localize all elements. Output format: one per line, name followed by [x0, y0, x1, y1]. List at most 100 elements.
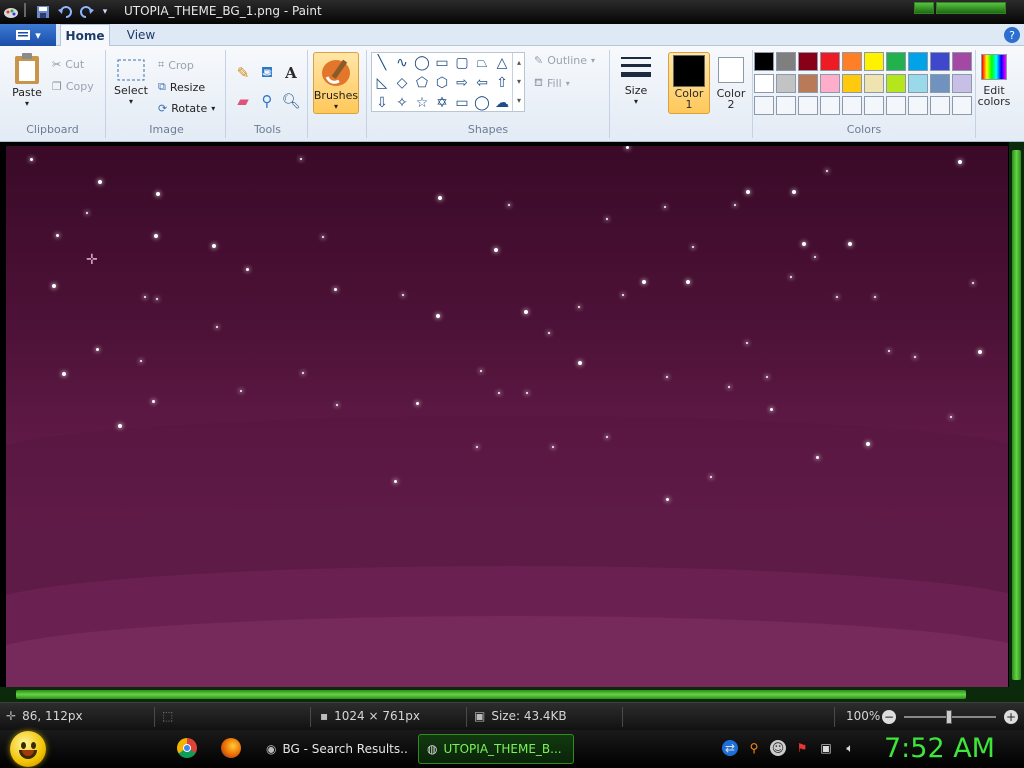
- network-alert-flag-icon[interactable]: ⚑: [794, 740, 810, 756]
- undo-icon[interactable]: [56, 3, 74, 21]
- size-button[interactable]: Size ▾: [616, 52, 656, 106]
- custom-color-slot[interactable]: [886, 96, 906, 115]
- palette-swatch[interactable]: [776, 74, 796, 93]
- customize-quick-access-icon[interactable]: ▾: [98, 3, 112, 21]
- resize-button[interactable]: ⧉ Resize: [158, 80, 205, 94]
- display-icon[interactable]: ▣: [818, 740, 834, 756]
- palette-swatch[interactable]: [886, 74, 906, 93]
- zoom-out-button[interactable]: −: [882, 710, 896, 724]
- polygon-shape-icon[interactable]: ⏢: [472, 53, 492, 73]
- diamond-shape-icon[interactable]: ◇: [392, 73, 412, 93]
- maximize-button[interactable]: [936, 2, 1006, 14]
- curve-shape-icon[interactable]: ∿: [392, 53, 412, 73]
- vertical-scrollbar[interactable]: [1009, 142, 1024, 687]
- rectangle-shape-icon[interactable]: ▭: [432, 53, 452, 73]
- eraser-icon[interactable]: ▰: [232, 90, 254, 112]
- rotate-button[interactable]: ⟳ Rotate ▾: [158, 102, 215, 115]
- palette-swatch[interactable]: [952, 74, 972, 93]
- up-arrow-shape-icon[interactable]: ⇧: [492, 73, 512, 93]
- canvas-area[interactable]: ✛: [0, 142, 1024, 702]
- palette-swatch[interactable]: [864, 52, 884, 71]
- palette-swatch[interactable]: [842, 52, 862, 71]
- right-triangle-shape-icon[interactable]: ◺: [372, 73, 392, 93]
- paint-app-icon[interactable]: [2, 3, 20, 21]
- color1-button[interactable]: Color 1: [668, 52, 710, 114]
- fill-button[interactable]: ⛾ Fill ▾: [534, 76, 570, 91]
- pencil-icon[interactable]: ✎: [232, 62, 254, 84]
- cloud-callout-shape-icon[interactable]: ☁: [492, 93, 512, 113]
- magnifier-icon[interactable]: 🔍︎: [280, 90, 302, 112]
- oval-shape-icon[interactable]: ◯: [412, 53, 432, 73]
- drawing-canvas[interactable]: ✛: [6, 146, 1008, 687]
- custom-color-slot[interactable]: [820, 96, 840, 115]
- minimize-button[interactable]: [914, 2, 934, 14]
- line-shape-icon[interactable]: ╲: [372, 53, 392, 73]
- copy-button[interactable]: ❐ Copy: [52, 80, 94, 93]
- palette-swatch[interactable]: [908, 52, 928, 71]
- custom-color-slot[interactable]: [754, 96, 774, 115]
- edit-colors-button[interactable]: Edit colors: [976, 54, 1012, 107]
- hexagon-shape-icon[interactable]: ⬡: [432, 73, 452, 93]
- rounded-callout-shape-icon[interactable]: ▭: [452, 93, 472, 113]
- crop-button[interactable]: ⌗ Crop: [158, 58, 194, 72]
- custom-color-slot[interactable]: [776, 96, 796, 115]
- teamviewer-icon[interactable]: ⇄: [722, 740, 738, 756]
- clock[interactable]: 7:52 AM: [884, 733, 995, 764]
- firefox-icon[interactable]: [221, 738, 241, 758]
- down-arrow-shape-icon[interactable]: ⇩: [372, 93, 392, 113]
- palette-swatch[interactable]: [886, 52, 906, 71]
- oval-callout-shape-icon[interactable]: ◯: [472, 93, 492, 113]
- palette-swatch[interactable]: [930, 52, 950, 71]
- palette-swatch[interactable]: [820, 52, 840, 71]
- right-arrow-shape-icon[interactable]: ⇨: [452, 73, 472, 93]
- select-button[interactable]: Select ▾: [114, 58, 148, 106]
- palette-swatch[interactable]: [798, 52, 818, 71]
- shapes-scroll[interactable]: ▴ ▾ ▾: [512, 53, 525, 111]
- start-button-smiley-icon[interactable]: [10, 731, 46, 767]
- messenger-icon[interactable]: ☺: [770, 740, 786, 756]
- left-arrow-shape-icon[interactable]: ⇦: [472, 73, 492, 93]
- chrome-icon[interactable]: [177, 738, 197, 758]
- custom-color-slot[interactable]: [842, 96, 862, 115]
- custom-color-slot[interactable]: [864, 96, 884, 115]
- zoom-slider-thumb[interactable]: [946, 710, 952, 724]
- six-point-star-shape-icon[interactable]: ✡: [432, 93, 452, 113]
- search-icon[interactable]: ⚲: [746, 740, 762, 756]
- custom-color-slot[interactable]: [798, 96, 818, 115]
- custom-color-slot[interactable]: [930, 96, 950, 115]
- redo-icon[interactable]: [78, 3, 96, 21]
- file-menu-button[interactable]: ▾: [0, 24, 56, 46]
- palette-swatch[interactable]: [952, 52, 972, 71]
- palette-swatch[interactable]: [842, 74, 862, 93]
- brushes-button[interactable]: Brushes ▾: [313, 52, 359, 114]
- horizontal-scroll-thumb[interactable]: [16, 690, 966, 699]
- outline-button[interactable]: ✎ Outline ▾: [534, 54, 595, 67]
- palette-swatch[interactable]: [776, 52, 796, 71]
- save-icon[interactable]: [34, 3, 52, 21]
- five-point-star-shape-icon[interactable]: ☆: [412, 93, 432, 113]
- vertical-scroll-thumb[interactable]: [1012, 150, 1021, 680]
- taskbar-item-paint[interactable]: ◍ UTOPIA_THEME_B...: [418, 734, 574, 764]
- paste-button[interactable]: Paste ▾: [10, 52, 44, 108]
- custom-color-slot[interactable]: [908, 96, 928, 115]
- four-point-star-shape-icon[interactable]: ✧: [392, 93, 412, 113]
- palette-swatch[interactable]: [754, 52, 774, 71]
- palette-swatch[interactable]: [798, 74, 818, 93]
- pentagon-shape-icon[interactable]: ⬠: [412, 73, 432, 93]
- color-picker-icon[interactable]: ⚲: [256, 90, 278, 112]
- palette-swatch[interactable]: [754, 74, 774, 93]
- cut-button[interactable]: ✂ Cut: [52, 58, 84, 71]
- palette-swatch[interactable]: [820, 74, 840, 93]
- palette-swatch[interactable]: [864, 74, 884, 93]
- horizontal-scrollbar[interactable]: [0, 687, 1024, 702]
- tab-view[interactable]: View: [116, 24, 166, 46]
- speaker-icon[interactable]: 🔈︎: [842, 740, 858, 756]
- palette-swatch[interactable]: [930, 74, 950, 93]
- custom-color-slot[interactable]: [952, 96, 972, 115]
- palette-swatch[interactable]: [908, 74, 928, 93]
- help-icon[interactable]: ?: [1004, 27, 1020, 43]
- text-icon[interactable]: A: [280, 62, 302, 84]
- triangle-shape-icon[interactable]: △: [492, 53, 512, 73]
- zoom-in-button[interactable]: +: [1004, 710, 1018, 724]
- rounded-rectangle-shape-icon[interactable]: ▢: [452, 53, 472, 73]
